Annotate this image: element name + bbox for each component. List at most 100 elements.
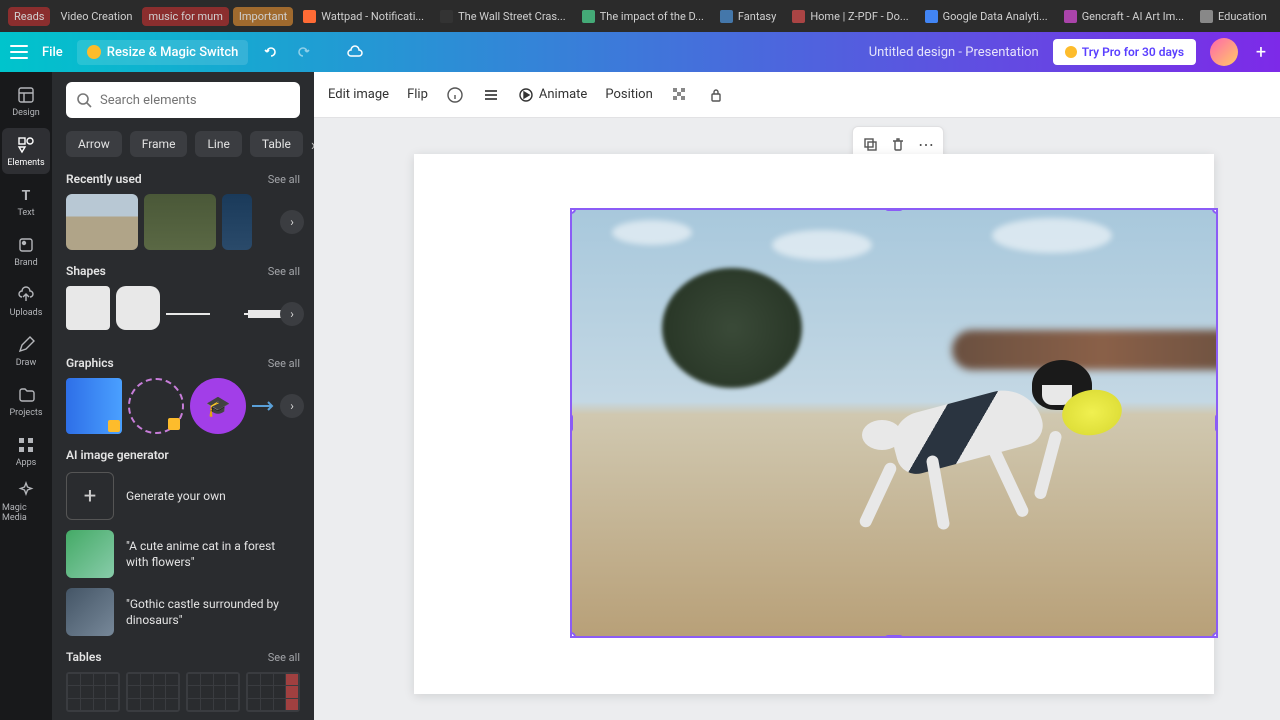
selected-image[interactable]: ⟳ [570,208,1218,638]
table-thumb-4[interactable] [246,672,300,712]
shape-square[interactable] [66,286,110,330]
info-icon[interactable] [446,86,464,104]
table-thumb-1[interactable] [66,672,120,712]
pill-arrow[interactable]: Arrow [66,131,122,157]
rail-uploads[interactable]: Uploads [2,278,50,324]
table-thumb-3[interactable] [186,672,240,712]
recent-thumb-2[interactable] [144,194,216,250]
file-menu[interactable]: File [42,45,63,60]
design-icon [16,85,36,105]
favicon [720,10,733,23]
ai-suggest-1[interactable]: "A cute anime cat in a forest with flowe… [66,530,300,578]
bookmark-important[interactable]: Important [233,7,293,26]
see-all-graphics[interactable]: See all [268,357,300,370]
crown-icon [87,45,101,59]
rail-magic-media[interactable]: Magic Media [2,478,50,524]
rail-brand[interactable]: Brand [2,228,50,274]
recent-thumb-1[interactable] [66,194,138,250]
add-button[interactable]: + [1252,43,1270,61]
pill-table[interactable]: Table [250,131,303,157]
list-icon[interactable] [482,86,500,104]
bookmark-wsj[interactable]: The Wall Street Cras... [434,7,572,26]
undo-button[interactable] [262,43,280,61]
try-pro-button[interactable]: Try Pro for 30 days [1053,39,1196,65]
draw-icon [16,335,36,355]
graphics-next[interactable]: › [280,394,304,418]
see-all-recent[interactable]: See all [268,173,300,186]
bookmark-impact[interactable]: The impact of the D... [576,7,710,26]
bookmark-music[interactable]: music for mum [142,7,228,26]
edit-image-button[interactable]: Edit image [328,87,389,102]
favicon [440,10,453,23]
favicon [925,10,938,23]
graphic-2[interactable] [128,378,184,434]
menu-button[interactable] [10,45,28,59]
section-graphics: Graphics See all 🎓 › [66,356,300,434]
category-pills: Arrow Frame Line Table › [66,130,300,158]
bookmark-wattpad[interactable]: Wattpad - Notificati... [297,7,430,26]
shape-line[interactable] [166,286,238,342]
pill-line[interactable]: Line [195,131,241,157]
search-elements-box[interactable] [66,82,300,118]
graphic-1[interactable] [66,378,122,434]
resize-handle-bottom[interactable] [885,635,903,638]
pill-frame[interactable]: Frame [130,131,188,157]
section-recent: Recently used See all › [66,172,300,250]
ai-generate-own[interactable]: + Generate your own [66,472,300,520]
recent-thumb-3[interactable] [222,194,252,250]
search-icon [76,92,92,108]
lock-icon[interactable] [707,86,725,104]
bookmark-zpdf[interactable]: Home | Z-PDF - Do... [786,7,914,26]
shape-rounded[interactable] [116,286,160,330]
recent-next[interactable]: › [280,210,304,234]
redo-button[interactable] [294,43,312,61]
bookmark-education[interactable]: Education [1194,7,1273,26]
animate-icon [518,87,534,103]
resize-handle-top[interactable] [885,208,903,211]
canvas-area: Edit image Flip Animate Position ⋯ [314,72,1280,720]
favicon [303,10,316,23]
section-title: Shapes [66,264,106,278]
see-all-shapes[interactable]: See all [268,265,300,278]
favicon [1200,10,1213,23]
rail-design[interactable]: Design [2,78,50,124]
graphic-4[interactable] [252,378,278,434]
position-button[interactable]: Position [605,87,652,102]
favicon [1064,10,1077,23]
shapes-next[interactable]: › [280,302,304,326]
rail-apps[interactable]: Apps [2,428,50,474]
animate-button[interactable]: Animate [518,87,587,103]
transparency-icon[interactable] [671,86,689,104]
tool-rail: Design Elements TText Brand Uploads Draw… [0,72,52,720]
rail-text[interactable]: TText [2,178,50,224]
bookmark-google-data[interactable]: Google Data Analyti... [919,7,1054,26]
ai-thumb-icon [66,530,114,578]
uploads-icon [16,285,36,305]
rail-draw[interactable]: Draw [2,328,50,374]
user-avatar[interactable] [1210,38,1238,66]
rail-projects[interactable]: Projects [2,378,50,424]
bookmark-gencraft[interactable]: Gencraft - AI Art Im... [1058,7,1190,26]
search-input[interactable] [100,93,290,108]
cloud-sync-icon[interactable] [346,43,364,61]
bookmark-fantasy[interactable]: Fantasy [714,7,782,26]
elements-panel: Arrow Frame Line Table › Recently used S… [52,72,314,720]
flip-button[interactable]: Flip [407,87,428,102]
resize-magic-switch-button[interactable]: Resize & Magic Switch [77,40,249,65]
resize-handle-right[interactable] [1215,414,1218,432]
resize-handle-left[interactable] [570,414,573,432]
rail-elements[interactable]: Elements [2,128,50,174]
table-thumb-2[interactable] [126,672,180,712]
elements-icon [16,135,36,155]
graphic-3[interactable]: 🎓 [190,378,246,434]
bookmark-video-creation[interactable]: Video Creation [54,7,138,26]
canvas-viewport[interactable]: ⋯ [314,118,1280,720]
favicon [582,10,595,23]
ai-suggest-2[interactable]: "Gothic castle surrounded by dinosaurs" [66,588,300,636]
ai-thumb-icon [66,588,114,636]
see-all-tables[interactable]: See all [268,651,300,664]
bookmark-reads[interactable]: Reads [8,7,50,26]
resize-handle-br[interactable] [1212,632,1218,638]
projects-icon [16,385,36,405]
document-title[interactable]: Untitled design - Presentation [869,45,1039,60]
